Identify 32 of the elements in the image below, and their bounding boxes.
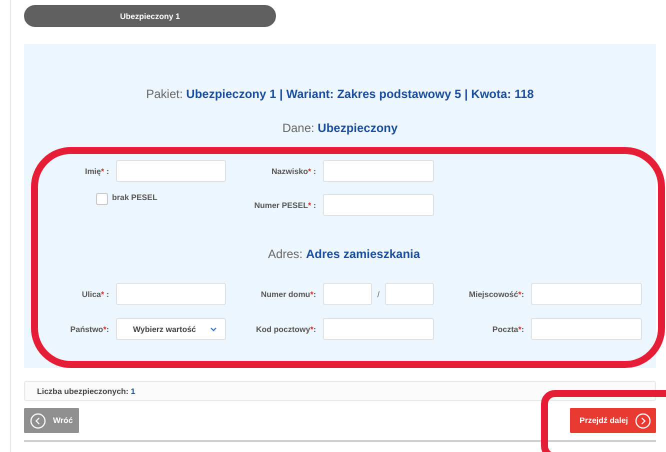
back-button[interactable]: Wróć <box>24 408 79 433</box>
checkbox[interactable] <box>96 193 108 205</box>
next-button[interactable]: Przejdź dalej <box>570 408 656 433</box>
text-field[interactable] <box>531 318 642 340</box>
house-number-field[interactable] <box>323 283 372 305</box>
section-heading: Dane: Ubezpieczony <box>281 120 399 137</box>
field-label: Imię* : <box>84 166 110 176</box>
dropdown-field[interactable]: Wybierz wartość <box>116 318 226 340</box>
field-label: Miejscowość*: <box>468 290 525 298</box>
text-field[interactable] <box>116 160 226 182</box>
checkbox-label: brak PESEL <box>112 193 158 203</box>
field-label: Numer PESEL* : <box>253 200 317 210</box>
text-field[interactable] <box>116 283 226 305</box>
text-field[interactable] <box>323 318 434 340</box>
field-label: Państwo*: <box>69 324 110 334</box>
tab[interactable]: Ubezpieczony 1 <box>24 5 276 27</box>
field-label: Numer domu*: <box>260 290 317 298</box>
field-label: Kod pocztowy*: <box>254 324 317 334</box>
package-summary: Pakiet: Ubezpieczony 1 | Wariant: Zakres podstawowy 5 | Kwota: 118 <box>145 86 535 103</box>
text-field[interactable] <box>323 160 434 182</box>
text-field[interactable] <box>531 283 642 305</box>
chevron-down-icon <box>210 326 217 332</box>
chevron-left-icon <box>30 412 46 428</box>
chevron-right-icon <box>635 412 651 428</box>
insured-count: Liczba ubezpieczonych: 1 <box>37 386 136 396</box>
text-field[interactable] <box>323 194 434 216</box>
separator-text: / <box>376 290 381 298</box>
field-label: Nazwisko* : <box>270 166 317 176</box>
field-label: Ulica* : <box>80 290 110 298</box>
field-label: Poczta*: <box>491 324 525 334</box>
section-heading: Adres: Adres zamieszkania <box>266 246 422 263</box>
apartment-number-field[interactable] <box>385 283 434 305</box>
